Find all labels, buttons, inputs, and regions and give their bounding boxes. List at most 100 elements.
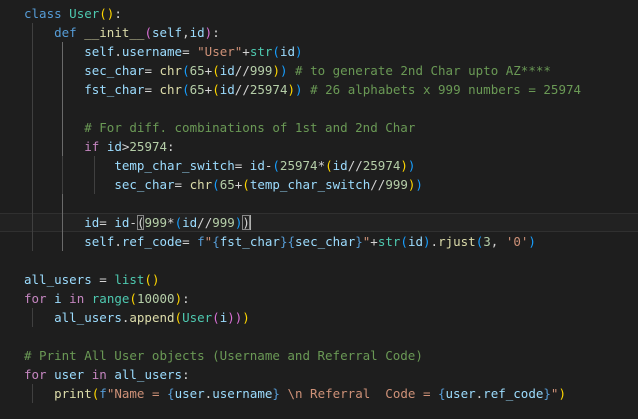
code-token: :	[114, 6, 122, 21]
code-line[interactable]: temp_char_switch= id-(25974*(id//25974))	[0, 156, 638, 175]
indentation	[24, 25, 54, 40]
code-token: =	[144, 82, 160, 97]
code-token: id	[182, 215, 198, 230]
code-token: //	[197, 215, 213, 230]
code-token: '0'	[505, 234, 529, 249]
code-line[interactable]: # Print All User objects (Username and R…	[0, 346, 638, 365]
indent-guide	[32, 213, 33, 232]
code-token: //	[370, 177, 386, 192]
code-token: id	[114, 215, 130, 230]
code-line[interactable]: self.ref_code= f"{fst_char}{sec_char}"+s…	[0, 232, 638, 251]
code-lines[interactable]: class User(): def __init__(self,id): sel…	[0, 4, 638, 403]
code-token: fst_char	[219, 234, 280, 249]
code-line[interactable]: def __init__(self,id):	[0, 23, 638, 42]
code-line[interactable]: sec_char= chr(65+(id//999)) # to generat…	[0, 61, 638, 80]
code-token: for	[24, 291, 47, 306]
code-line[interactable]: all_users = list()	[0, 270, 638, 289]
code-token: 25974	[362, 158, 401, 173]
code-line[interactable]	[0, 251, 638, 270]
code-token: id	[84, 215, 100, 230]
code-token: ref_code	[121, 234, 183, 249]
code-token: {	[167, 386, 175, 401]
code-line[interactable]: id= id-(999*(id//999))	[0, 213, 638, 232]
code-token: )	[272, 63, 280, 78]
code-line[interactable]	[0, 99, 638, 118]
code-line[interactable]: sec_char= chr(65+(temp_char_switch//999)…	[0, 175, 638, 194]
indentation	[24, 44, 84, 59]
code-token: # 26 alphabets x 999 numbers = 25974	[310, 82, 582, 97]
indent-guide	[32, 194, 33, 213]
code-token: # to generate 2nd Char upto AZ****	[295, 63, 551, 78]
code-line[interactable]: print(f"Name = {user.username} \n Referr…	[0, 384, 638, 403]
indent-guide	[32, 232, 33, 251]
code-token: =	[91, 272, 115, 287]
code-token: *	[167, 215, 175, 230]
code-token: 999	[212, 215, 235, 230]
code-line[interactable]: if id>25974:	[0, 137, 638, 156]
code-token: \n Referral Code =	[279, 386, 438, 401]
code-token: "User"	[197, 44, 243, 59]
code-token: )	[407, 158, 416, 173]
code-token: 999	[385, 177, 408, 192]
code-token: all_users	[24, 272, 92, 287]
code-token: :	[167, 139, 175, 154]
code-token: temp_char_switch	[249, 177, 371, 192]
indent-guide	[32, 175, 33, 194]
code-token: 3	[483, 234, 491, 249]
code-line[interactable]: for user in all_users:	[0, 365, 638, 384]
code-line[interactable]: # For diff. combinations of 1st and 2nd …	[0, 118, 638, 137]
code-editor[interactable]: class User(): def __init__(self,id): sel…	[0, 0, 638, 419]
indent-guide	[62, 42, 63, 61]
code-token: =	[182, 234, 198, 249]
code-token: ()	[99, 6, 115, 21]
code-token: user	[445, 386, 476, 401]
code-token: )	[415, 177, 423, 192]
code-token: def	[54, 25, 77, 40]
code-line[interactable]: self.username= "User"+str(id)	[0, 42, 638, 61]
code-line[interactable]	[0, 327, 638, 346]
code-token: id	[332, 158, 348, 173]
code-token: 65	[219, 177, 235, 192]
code-token: self	[84, 44, 115, 59]
code-line[interactable]: for i in range(10000):	[0, 289, 638, 308]
code-token: user	[54, 367, 85, 382]
indent-guide	[32, 99, 33, 118]
code-token: username	[121, 44, 183, 59]
code-token: id	[219, 82, 235, 97]
indent-guide	[62, 80, 63, 99]
code-line[interactable]: class User():	[0, 4, 638, 23]
code-token: range	[91, 291, 130, 306]
code-line[interactable]	[0, 194, 638, 213]
code-token: )	[528, 234, 536, 249]
code-token: =	[182, 44, 198, 59]
code-token: id	[106, 139, 122, 154]
indent-guide	[62, 99, 63, 118]
code-token: :	[212, 25, 220, 40]
code-line[interactable]: fst_char= chr(65+(id//25974)) # 26 alpha…	[0, 80, 638, 99]
code-token: all_users	[114, 367, 183, 382]
code-token: sec_char	[114, 177, 175, 192]
code-token: append	[129, 310, 175, 325]
code-token: +	[242, 44, 250, 59]
code-line[interactable]: all_users.append(User(i)))	[0, 308, 638, 327]
code-token: )	[287, 82, 296, 97]
indentation	[24, 234, 84, 249]
indentation	[24, 310, 54, 325]
code-token: 999	[144, 215, 168, 230]
code-token: -	[129, 215, 137, 230]
code-token: }	[272, 386, 280, 401]
code-token: }	[543, 386, 551, 401]
code-token: {	[212, 234, 220, 249]
code-token: .	[114, 234, 122, 249]
code-token: class	[24, 6, 62, 21]
code-token: )	[295, 44, 303, 59]
code-token: //	[347, 158, 363, 173]
indentation	[24, 120, 84, 135]
code-token: .	[430, 234, 439, 249]
code-token: *	[317, 158, 326, 173]
